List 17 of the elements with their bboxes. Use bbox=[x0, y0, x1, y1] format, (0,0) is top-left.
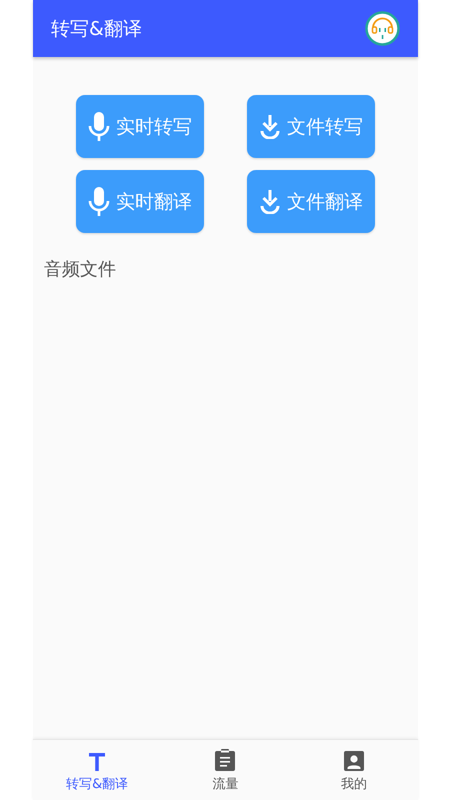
clipboard-icon bbox=[215, 749, 236, 771]
nav-tab[interactable]: 转写&翻译 bbox=[33, 740, 162, 800]
microphone-icon bbox=[88, 186, 110, 216]
avatar-icon[interactable] bbox=[365, 11, 400, 46]
nav-tab[interactable]: 流量 bbox=[161, 740, 290, 800]
action-button[interactable]: 文件转写 bbox=[247, 95, 375, 158]
action-button[interactable]: 实时翻译 bbox=[76, 170, 204, 233]
download-icon bbox=[259, 114, 281, 138]
account-icon bbox=[344, 751, 364, 771]
action-button[interactable]: 文件翻译 bbox=[247, 170, 375, 233]
nav-tab[interactable]: 我的 bbox=[290, 740, 418, 800]
app-title: 转写&翻译 bbox=[51, 16, 142, 42]
letter-t-icon bbox=[89, 753, 106, 771]
download-icon bbox=[259, 190, 281, 214]
action-button[interactable]: 实时转写 bbox=[76, 95, 204, 158]
section-title: 音频文件 bbox=[44, 258, 117, 281]
microphone-icon bbox=[88, 112, 110, 142]
